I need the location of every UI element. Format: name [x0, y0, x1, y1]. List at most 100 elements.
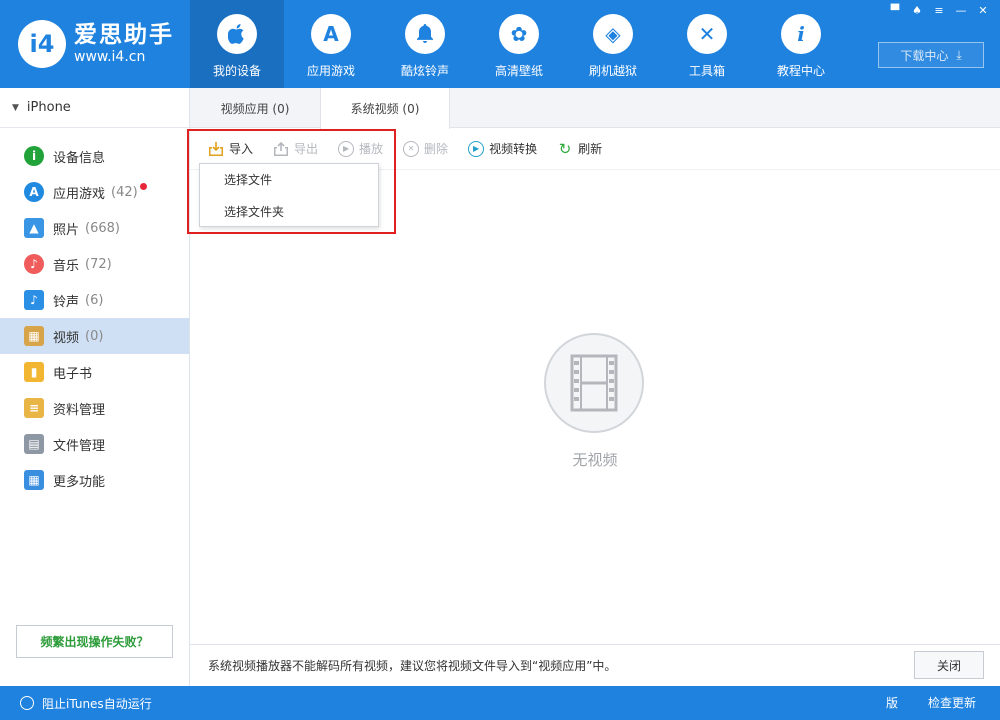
sidebar-item-label: 更多功能 — [53, 471, 105, 490]
block-itunes-label[interactable]: 阻止iTunes自动运行 — [42, 695, 152, 712]
radio-icon[interactable] — [20, 696, 34, 710]
minimize-icon[interactable]: — — [952, 4, 970, 18]
check-update-link[interactable]: 检查更新 — [928, 694, 976, 711]
download-center-button[interactable]: 下载中心 ⤓ — [878, 42, 984, 68]
sidebar-item[interactable]: ▲ 照片 (668) — [0, 210, 189, 246]
export-icon — [273, 141, 289, 157]
sidebar-item-label: 电子书 — [53, 363, 92, 382]
contacts-icon: ≡ — [24, 398, 44, 418]
shirt-icon[interactable]: ♠ — [908, 4, 926, 18]
sidebar-item-count: (42) — [111, 185, 138, 200]
bell-icon: ♪ — [24, 290, 44, 310]
play-icon: ▶ — [338, 141, 354, 157]
sidebar-item[interactable]: i 设备信息 — [0, 138, 189, 174]
sidebar-item-label: 视频 — [53, 327, 79, 346]
sidebar-item-label: 铃声 — [53, 291, 79, 310]
play-label: 播放 — [359, 140, 383, 157]
bottom-message: 系统视频播放器不能解码所有视频，建议您将视频文件导入到“视频应用”中。 — [208, 657, 616, 674]
menu-icon[interactable]: ≡ — [930, 4, 948, 18]
message-icon[interactable]: ▀ — [886, 4, 904, 18]
app-url: www.i4.cn — [74, 48, 174, 66]
frequent-failure-button[interactable]: 频繁出现操作失败？ — [16, 625, 173, 658]
photo-icon: ▲ — [24, 218, 44, 238]
info-icon: i — [781, 14, 821, 54]
sidebar-item[interactable]: ▮ 电子书 — [0, 354, 189, 390]
nav-wallpapers[interactable]: ✿ 高清壁纸 — [472, 0, 566, 88]
sidebar-item[interactable]: ▦更多功能 — [0, 462, 189, 498]
book-icon: ▮ — [24, 362, 44, 382]
nav-my-device[interactable]: 我的设备 — [190, 0, 284, 88]
menu-item-select-file[interactable]: 选择文件 — [200, 164, 378, 196]
device-name: iPhone — [27, 100, 71, 115]
menu-item-select-folder[interactable]: 选择文件夹 — [200, 196, 378, 228]
nav-ringtones[interactable]: 酷炫铃声 — [378, 0, 472, 88]
import-icon — [208, 141, 224, 157]
delete-icon: ✕ — [403, 141, 419, 157]
tools-icon: ✕ — [687, 14, 727, 54]
sidebar-item[interactable]: ▤ 文件管理 — [0, 426, 189, 462]
empty-state-text: 无视频 — [544, 449, 646, 470]
sidebar-item-label: 设备信息 — [53, 147, 105, 166]
version-label: 版 — [886, 694, 898, 711]
video-convert-button[interactable]: ▶ 视频转换 — [468, 140, 537, 157]
sidebar-item-label: 文件管理 — [53, 435, 105, 454]
sidebar-list: i设备信息A应用游戏(42)▲照片(668)♪音乐(72)♪铃声(6)▦视频(0… — [0, 128, 189, 498]
sidebar-item-label: 音乐 — [53, 255, 79, 274]
nav-label: 高清壁纸 — [495, 62, 543, 79]
sidebar-item-label: 资料管理 — [53, 399, 105, 418]
import-button[interactable]: 导入 — [208, 140, 253, 157]
refresh-button[interactable]: ↻ 刷新 — [557, 140, 602, 157]
sidebar-item-count: (72) — [85, 257, 112, 272]
top-nav: 我的设备 A 应用游戏 酷炫铃声 ✿ 高清壁纸 ◈ 刷机越狱 ✕ 工具箱 i 教… — [190, 0, 848, 88]
download-label: 下载中心 — [900, 47, 948, 64]
sidebar: ▼ iPhone i 设备信息 A应用游戏(42) ▲ 照片 (668) ♪ 音乐 (72) ♪ 铃… — [0, 88, 190, 686]
tab-video-apps[interactable]: 视频应用 (0) — [190, 88, 320, 128]
app-logo: i4 爱思助手 www.i4.cn — [18, 20, 174, 68]
app-header: i4 爱思助手 www.i4.cn 我的设备 A 应用游戏 酷炫铃声 ✿ 高清壁… — [0, 0, 1000, 88]
nav-label: 教程中心 — [777, 62, 825, 79]
export-button[interactable]: 导出 — [273, 140, 318, 157]
window-controls: ▀ ♠ ≡ — ✕ — [886, 4, 992, 18]
nav-apps-games[interactable]: A 应用游戏 — [284, 0, 378, 88]
sidebar-item-count: (6) — [85, 293, 103, 308]
convert-label: 视频转换 — [489, 140, 537, 157]
close-button[interactable]: 关闭 — [914, 651, 984, 679]
nav-label: 应用游戏 — [307, 62, 355, 79]
convert-icon: ▶ — [468, 141, 484, 157]
nav-tutorials[interactable]: i 教程中心 — [754, 0, 848, 88]
tab-system-videos[interactable]: 系统视频 (0) — [320, 88, 450, 129]
delete-label: 删除 — [424, 140, 448, 157]
app-store-icon: A — [311, 14, 351, 54]
app-store-icon: A — [24, 182, 44, 202]
download-icon: ⤓ — [956, 48, 961, 63]
tab-bar: 视频应用 (0) 系统视频 (0) — [190, 88, 1000, 128]
info-icon: i — [24, 146, 44, 166]
refresh-label: 刷新 — [578, 140, 602, 157]
export-label: 导出 — [294, 140, 318, 157]
flower-icon: ✿ — [499, 14, 539, 54]
sidebar-item-count: (668) — [85, 221, 120, 236]
sidebar-item[interactable]: ▦视频(0) — [0, 318, 189, 354]
logo-badge: i4 — [18, 20, 66, 68]
sidebar-item[interactable]: A应用游戏(42) — [0, 174, 189, 210]
sidebar-item[interactable]: ♪ 音乐 (72) — [0, 246, 189, 282]
play-button[interactable]: ▶ 播放 — [338, 140, 383, 157]
sidebar-item[interactable]: ♪ 铃声 (6) — [0, 282, 189, 318]
close-icon[interactable]: ✕ — [974, 4, 992, 18]
nav-flash-jailbreak[interactable]: ◈ 刷机越狱 — [566, 0, 660, 88]
import-dropdown-menu: 选择文件 选择文件夹 — [199, 163, 379, 227]
delete-button[interactable]: ✕ 删除 — [403, 140, 448, 157]
nav-label: 酷炫铃声 — [401, 62, 449, 79]
nav-toolbox[interactable]: ✕ 工具箱 — [660, 0, 754, 88]
music-icon: ♪ — [24, 254, 44, 274]
empty-state: 无视频 — [544, 333, 646, 470]
device-selector[interactable]: ▼ iPhone — [0, 88, 189, 128]
film-icon — [544, 333, 644, 433]
bell-icon — [405, 14, 445, 54]
sidebar-item-label: 照片 — [53, 219, 79, 238]
video-icon: ▦ — [24, 326, 44, 346]
file-icon: ▤ — [24, 434, 44, 454]
notification-dot-icon — [140, 183, 147, 190]
sidebar-item[interactable]: ≡ 资料管理 — [0, 390, 189, 426]
refresh-icon: ↻ — [557, 141, 573, 157]
